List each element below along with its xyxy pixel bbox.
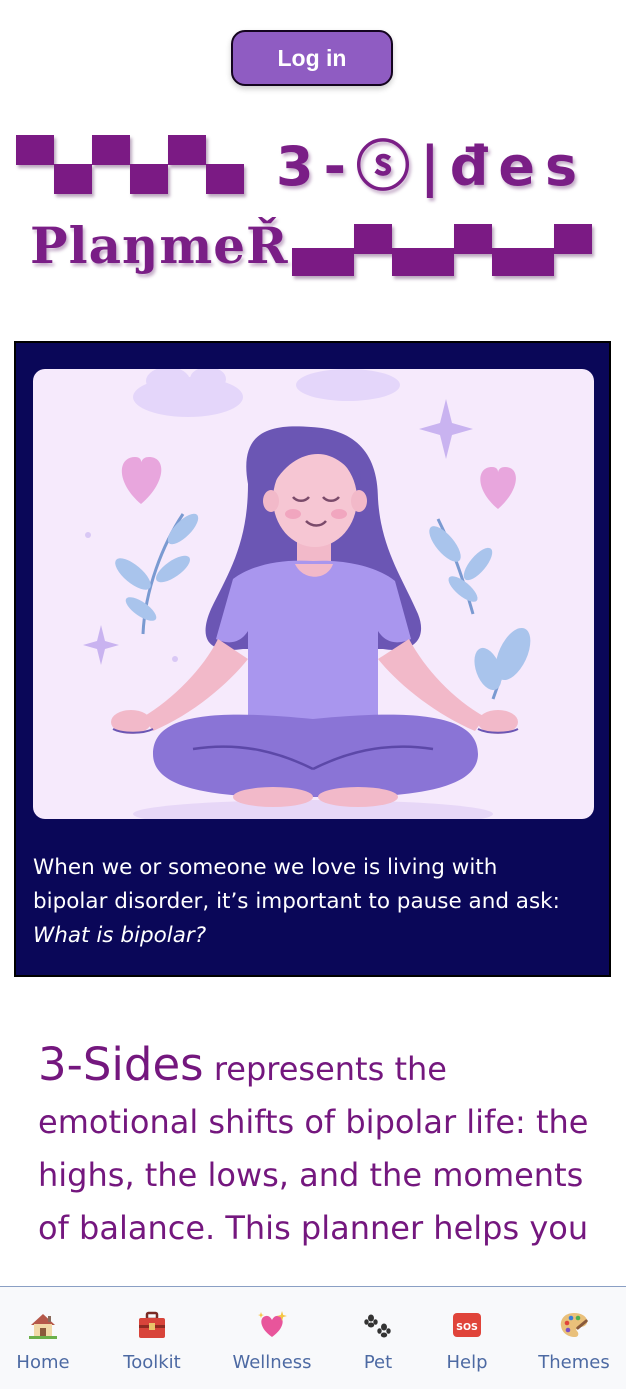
paw-prints-icon bbox=[364, 1314, 391, 1338]
palette-icon bbox=[560, 1313, 588, 1337]
nav-label-toolkit: Toolkit bbox=[123, 1352, 181, 1373]
bottom-navigation: Home Toolkit Wellness Pet SOS Help Theme… bbox=[0, 1286, 626, 1389]
nav-item-home[interactable]: Home bbox=[0, 1287, 86, 1389]
hero-card: When we or someone we love is living wit… bbox=[14, 341, 611, 977]
logo-block bbox=[454, 224, 492, 254]
nav-item-toolkit[interactable]: Toolkit bbox=[108, 1287, 196, 1389]
house-icon bbox=[29, 1314, 57, 1339]
logo-line-2: PlaŋmeŘ bbox=[30, 216, 289, 275]
nav-label-wellness: Wellness bbox=[232, 1352, 312, 1373]
hero-caption-line-1: When we or someone we love is living wit… bbox=[33, 855, 498, 880]
logo-block bbox=[292, 248, 354, 276]
logo-block bbox=[54, 164, 92, 194]
sos-icon: SOS bbox=[453, 1313, 481, 1337]
intro-text-2: emotional shifts of bipolar life: the hi… bbox=[38, 1103, 589, 1247]
meditating-woman-illustration bbox=[33, 369, 594, 819]
app-logo: 3-ⓢ|đes PlaŋmeŘ bbox=[0, 120, 626, 300]
logo-line-1: 3-ⓢ|đes bbox=[276, 135, 588, 198]
logo-block bbox=[92, 135, 130, 165]
sparkling-heart-icon bbox=[258, 1311, 287, 1337]
hero-caption: When we or someone we love is living wit… bbox=[33, 851, 593, 953]
logo-block bbox=[206, 164, 244, 194]
logo-block bbox=[554, 224, 592, 254]
brand-name: 3-Sides bbox=[38, 1038, 204, 1091]
hero-caption-line-2: bipolar disorder, it’s important to paus… bbox=[33, 889, 560, 914]
nav-item-help[interactable]: SOS Help bbox=[432, 1287, 502, 1389]
logo-block bbox=[168, 135, 206, 165]
svg-text:SOS: SOS bbox=[456, 1322, 478, 1333]
hero-question: What is bipolar? bbox=[33, 923, 207, 948]
intro-paragraph: 3-Sides represents the emotional shifts … bbox=[38, 1038, 598, 1255]
nav-label-pet: Pet bbox=[363, 1352, 393, 1373]
nav-label-home: Home bbox=[16, 1352, 70, 1373]
nav-label-help: Help bbox=[446, 1352, 488, 1373]
nav-label-themes: Themes bbox=[538, 1352, 610, 1373]
logo-block bbox=[492, 248, 554, 276]
nav-item-wellness[interactable]: Wellness bbox=[228, 1287, 316, 1389]
logo-block bbox=[392, 248, 454, 276]
logo-block bbox=[16, 135, 54, 165]
logo-block bbox=[130, 164, 168, 194]
toolbox-icon bbox=[139, 1311, 165, 1338]
logo-block bbox=[354, 224, 392, 254]
login-button[interactable]: Log in bbox=[231, 30, 393, 86]
nav-item-themes[interactable]: Themes bbox=[528, 1287, 620, 1389]
nav-item-pet[interactable]: Pet bbox=[340, 1287, 416, 1389]
intro-text-1: represents the bbox=[203, 1050, 447, 1088]
